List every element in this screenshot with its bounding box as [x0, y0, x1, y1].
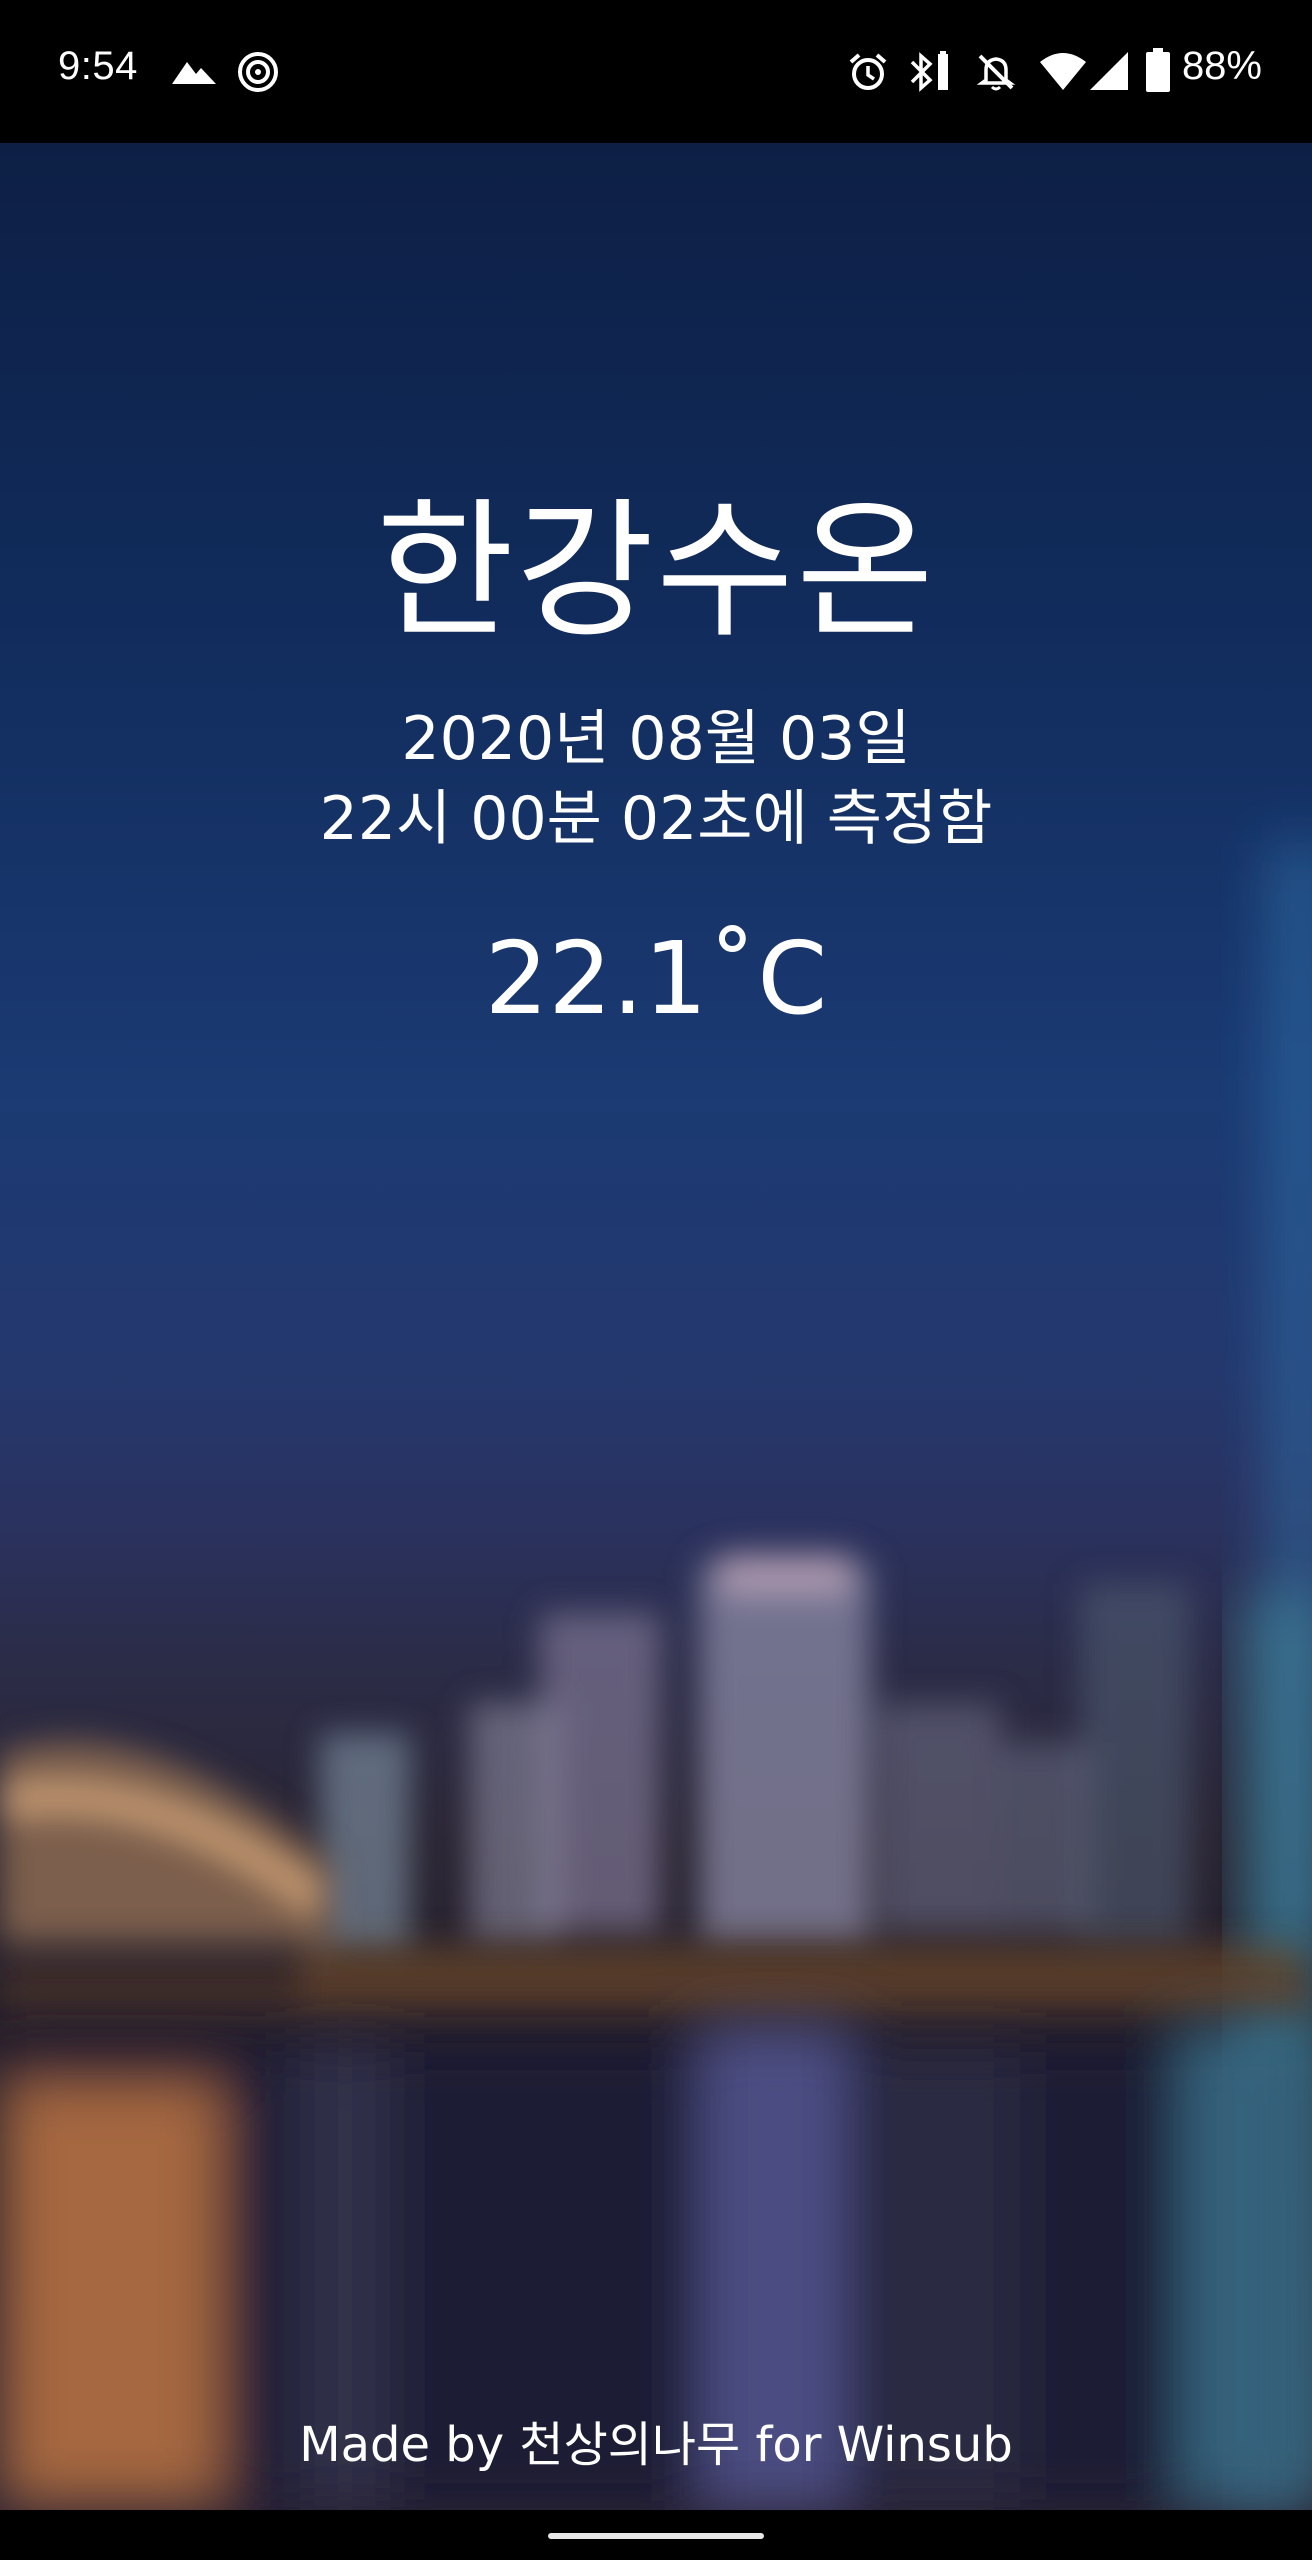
battery-percent: 88% [1181, 44, 1262, 88]
cellular-signal-icon [1090, 52, 1128, 90]
notifications-off-icon [976, 54, 1016, 91]
status-time: 9:54 [58, 44, 138, 88]
battery-icon [1146, 48, 1170, 92]
wifi-icon [1040, 53, 1086, 90]
navigation-bar [0, 2510, 1312, 2560]
home-gesture-handle[interactable] [548, 2533, 764, 2539]
measurement-date: 2020년 08월 03일 [401, 704, 911, 774]
bluetooth-icon [910, 51, 948, 92]
alarm-icon [849, 53, 887, 90]
target-icon [238, 52, 278, 92]
page-title: 한강수온 [375, 485, 936, 659]
measurement-time: 22시 00분 02초에 측정함 [319, 784, 993, 854]
water-temperature: 22.1˚C [484, 920, 828, 1037]
credits-text: Made by 천상의나무 for Winsub [299, 2417, 1013, 2473]
status-bar: 9:54 88% [0, 0, 1312, 143]
app-screen: 9:54 88% 한강수온 2020년 08월 03일 22시 00분 02초에… [0, 0, 1312, 2560]
mountain-icon [172, 62, 216, 84]
